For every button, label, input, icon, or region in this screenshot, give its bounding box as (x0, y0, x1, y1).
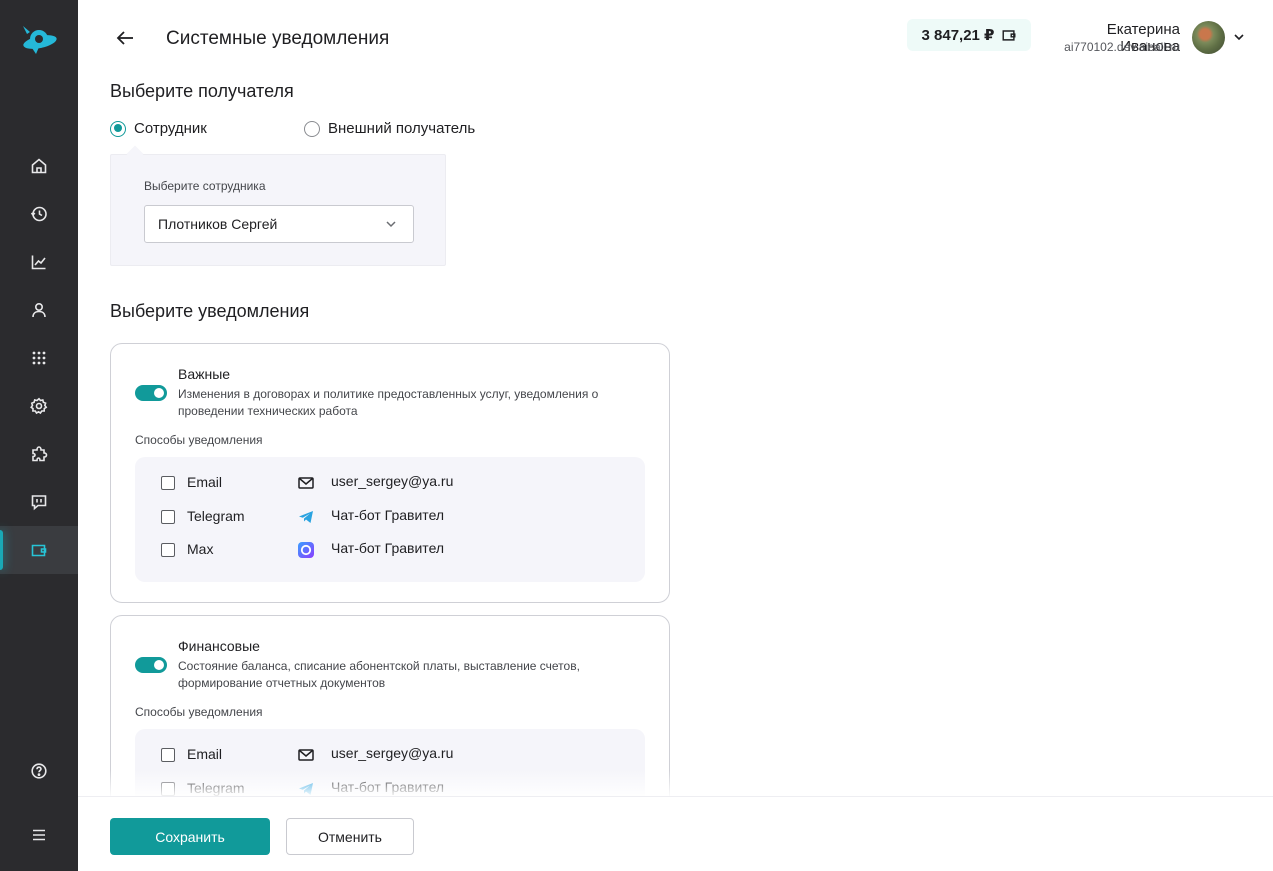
method-name: Email (187, 746, 223, 762)
email-checkbox[interactable] (161, 476, 175, 490)
chat-icon (31, 495, 47, 511)
user-icon (32, 302, 46, 318)
dialpad-icon (32, 351, 46, 365)
footer-actions: Сохранить Отменить (78, 796, 1273, 871)
puzzle-icon (32, 446, 48, 462)
balance-amount: 3 847,21 ₽ (921, 27, 995, 44)
notifications-section-title: Выберите уведомления (110, 301, 310, 321)
radio-external[interactable]: Внешний получатель (304, 120, 475, 137)
mail-icon (298, 477, 314, 489)
method-value: user_sergey@ya.ru (331, 745, 454, 761)
avatar[interactable] (1192, 21, 1225, 54)
toggle-financial[interactable] (135, 657, 167, 673)
sidebar-item-integrations[interactable] (0, 430, 78, 478)
main-content: Выберите получателя Сотрудник Внешний по… (78, 76, 1273, 796)
notification-card-financial: Финансовые Состояние баланса, списание а… (110, 615, 670, 796)
sidebar-item-history[interactable] (0, 190, 78, 238)
telegram-icon (299, 783, 313, 795)
wallet-icon (1002, 30, 1015, 41)
cancel-button[interactable]: Отменить (286, 818, 414, 855)
sidebar-item-billing[interactable] (0, 526, 78, 574)
method-row-telegram: Telegram Чат-бот Гравител (135, 777, 645, 796)
card-title: Финансовые (178, 638, 260, 654)
method-name: Telegram (187, 508, 245, 524)
method-value: Чат-бот Гравител (331, 779, 445, 795)
back-arrow-icon[interactable] (114, 27, 136, 49)
toggle-important[interactable] (135, 385, 167, 401)
radio-employee[interactable]: Сотрудник (110, 120, 207, 137)
card-description: Состояние баланса, списание абонентской … (178, 659, 580, 690)
method-name: Max (187, 541, 214, 557)
telegram-icon (299, 511, 313, 523)
chevron-down-icon (386, 221, 396, 228)
radio-external-label: Внешний получатель (328, 120, 476, 137)
method-row-email: Email user_sergey@ya.ru (135, 743, 645, 767)
balance-badge[interactable]: 3 847,21 ₽ (907, 19, 1031, 51)
employee-select[interactable]: Плотников Сергей (144, 205, 414, 243)
card-description: Изменения в договорах и политике предост… (178, 387, 599, 418)
methods-panel: Email user_sergey@ya.ru Telegram Чат-бот… (135, 457, 645, 582)
method-value: Чат-бот Гравител (331, 540, 445, 556)
topbar: Системные уведомления 3 847,21 ₽ Екатери… (78, 0, 1273, 76)
recipient-section-title: Выберите получателя (110, 81, 294, 101)
employee-select-value: Плотников Сергей (158, 216, 278, 232)
employee-panel: Выберите сотрудника Плотников Сергей (110, 154, 446, 266)
telegram-checkbox[interactable] (161, 510, 175, 524)
save-button[interactable]: Сохранить (110, 818, 270, 855)
method-row-telegram: Telegram Чат-бот Гравител (135, 505, 645, 529)
history-icon (30, 206, 47, 222)
gear-icon (30, 397, 48, 415)
notification-card-important: Важные Изменения в договорах и политике … (110, 343, 670, 603)
method-row-email: Email user_sergey@ya.ru (135, 471, 645, 495)
analytics-icon (31, 255, 46, 270)
methods-panel: Email user_sergey@ya.ru Telegram Чат-бот… (135, 729, 645, 796)
max-icon (298, 542, 314, 558)
radio-external-indicator[interactable] (304, 120, 320, 137)
menu-icon (33, 829, 45, 841)
max-checkbox[interactable] (161, 543, 175, 557)
radio-employee-indicator[interactable] (110, 120, 126, 137)
app-logo-icon[interactable] (16, 20, 60, 56)
home-icon (31, 158, 47, 174)
sidebar-item-settings[interactable] (0, 382, 78, 430)
methods-label: Способы уведомления (135, 705, 263, 719)
sidebar-item-chat[interactable] (0, 478, 78, 526)
sidebar-item-menu[interactable] (0, 811, 78, 859)
method-name: Telegram (187, 780, 245, 796)
sidebar-item-users[interactable] (0, 286, 78, 334)
methods-label: Способы уведомления (135, 433, 263, 447)
radio-employee-label: Сотрудник (134, 120, 207, 137)
telegram-checkbox[interactable] (161, 782, 175, 796)
sidebar-item-analytics[interactable] (0, 238, 78, 286)
mail-icon (298, 749, 314, 761)
card-title: Важные (178, 366, 231, 382)
employee-select-label: Выберите сотрудника (144, 179, 266, 193)
method-value: Чат-бот Гравител (331, 507, 445, 523)
chevron-down-icon[interactable] (1232, 30, 1246, 44)
page-title: Системные уведомления (166, 28, 390, 49)
sidebar-item-home[interactable] (0, 142, 78, 190)
user-domain: ai770102.dev.aicall.ru (1064, 40, 1180, 54)
email-checkbox[interactable] (161, 748, 175, 762)
sidebar-item-dialpad[interactable] (0, 334, 78, 382)
method-name: Email (187, 474, 223, 490)
sidebar (0, 0, 78, 871)
method-row-max: Max Чат-бот Гравител (135, 538, 645, 562)
help-icon (31, 763, 47, 779)
method-value: user_sergey@ya.ru (331, 473, 454, 489)
wallet-icon (31, 544, 47, 557)
sidebar-item-help[interactable] (0, 747, 78, 795)
